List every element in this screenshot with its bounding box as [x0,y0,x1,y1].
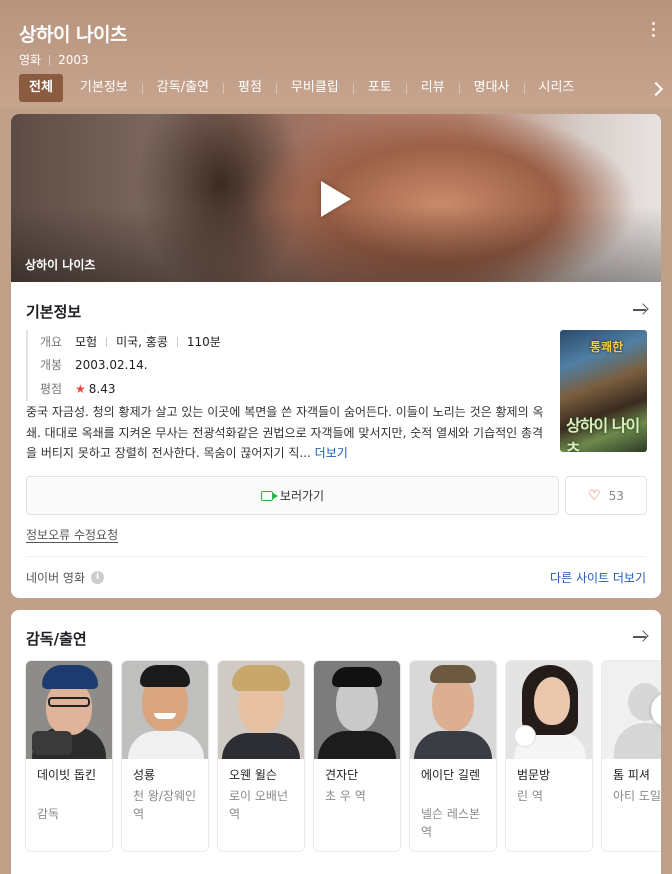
tab-rating[interactable]: 평점 [238,74,262,102]
other-sites-link[interactable]: 다른 사이트 더보기 [550,569,646,586]
like-button[interactable]: ♡ 53 [565,476,647,515]
cast-photo [218,661,304,759]
movie-subtitle: 영화 2003 [19,51,89,68]
cast-list: 데이빗 돕킨 감독 성룡 천 왕/장웨인 역 오웬 윌슨 로이 오배넌 역 견자… [25,660,661,855]
cast-role: 감독 [37,807,60,821]
tab-photo[interactable]: 포토 [368,74,392,102]
rating-row: 평점 ★ 8.43 [40,377,544,401]
rating-key: 평점 [40,381,63,396]
cast-role: 천 왕/장웨인 역 [133,789,197,821]
basic-info-heading[interactable]: 기본정보 [26,301,81,322]
tab-bar: 전체 기본정보 감독/출연 평점 무비클립 포토 리뷰 명대사 시리즈 [19,74,574,102]
cast-name: 데이빗 돕킨 [37,768,97,782]
country-value: 미국, 홍콩 [116,334,168,349]
summary-key: 개요 [40,334,63,349]
movie-header: 상하이 나이츠 영화 2003 전체 기본정보 감독/출연 평점 무비클립 포토 … [0,0,672,108]
like-count: 53 [608,488,624,503]
cast-name: 성룡 [133,768,156,782]
info-table: 개요 모험 미국, 홍콩 110분 개봉 2003.02.14. 평점 ★ 8.43 [26,330,544,401]
source-label: 네이버 영화 i [26,569,105,586]
cast-name: 톰 피셔 [613,768,650,782]
video-play-icon [260,490,278,501]
cast-photo [122,661,208,759]
tab-basic-info[interactable]: 기본정보 [80,74,128,102]
cast-name: 오웬 윌슨 [229,768,277,782]
tab-series[interactable]: 시리즈 [539,74,575,102]
arrow-right-icon[interactable] [633,631,647,643]
rating-value: 8.43 [88,381,116,396]
cast-name: 에이단 길렌 [421,768,481,782]
report-error-link[interactable]: 정보오류 수정요청 [26,526,118,543]
runtime-value: 110분 [186,334,221,349]
movie-title: 상하이 나이츠 [19,24,128,46]
poster-title: 상하이 나이츠 [566,416,640,452]
cast-role: 초 우 역 [325,789,366,803]
watch-button[interactable]: 보러가기 [26,476,559,515]
cast-name: 견자단 [325,768,359,782]
cast-card: 감독/출연 데이빗 돕킨 감독 성룡 천 왕/장웨인 역 오웬 윌슨 로이 오배… [11,610,661,874]
poster-tagline: 통쾌한 [590,340,624,354]
cast-item[interactable]: 성룡 천 왕/장웨인 역 [121,660,209,852]
more-options-icon[interactable] [650,22,656,40]
arrow-right-icon[interactable] [633,304,647,316]
cast-item[interactable]: 범문방 린 역 [505,660,593,852]
release-date: 2003.02.14. [75,358,148,373]
tab-all[interactable]: 전체 [19,74,63,102]
source-name: 네이버 영화 [26,571,86,585]
play-icon[interactable] [321,181,351,217]
release-key: 개봉 [40,358,63,373]
cast-heading[interactable]: 감독/출연 [26,628,87,649]
summary-row: 개요 모험 미국, 홍콩 110분 [40,330,544,354]
cast-role: 아티 도일 역 [613,789,661,803]
heart-icon: ♡ [588,487,601,504]
cast-item[interactable]: 오웬 윌슨 로이 오배넌 역 [217,660,305,852]
cast-photo [26,661,112,759]
cast-role: 린 역 [517,789,543,803]
tab-quotes[interactable]: 명대사 [474,74,510,102]
synopsis-text: 중국 자금성. 청의 황제가 살고 있는 이곳에 복면을 쓴 자객들이 숨어든다… [26,405,544,460]
synopsis: 중국 자금성. 청의 황제가 살고 있는 이곳에 복면을 쓴 자객들이 숨어든다… [26,402,546,464]
cast-item[interactable]: 데이빗 돕킨 감독 [25,660,113,852]
movie-category: 영화 [19,53,42,67]
movie-poster[interactable]: 통쾌한 상하이 나이츠 [560,330,647,452]
cast-photo [314,661,400,759]
watch-label: 보러가기 [279,489,325,503]
cast-photo [506,661,592,759]
video-thumbnail[interactable]: 상하이 나이츠 [11,114,661,282]
cast-item[interactable]: 톰 피셔 아티 도일 역 [601,660,661,852]
cast-item[interactable]: 견자단 초 우 역 [313,660,401,852]
synopsis-more-link[interactable]: 더보기 [315,446,348,460]
tab-next-chevron-icon[interactable] [649,80,663,98]
movie-year: 2003 [58,53,89,67]
tab-movie-clip[interactable]: 무비클립 [291,74,339,102]
video-label: 상하이 나이츠 [25,258,96,272]
cast-item[interactable]: 에이단 길렌 넬슨 레스본 역 [409,660,497,852]
cast-role: 로이 오배넌 역 [229,789,289,821]
cast-name: 범문방 [517,768,551,782]
tab-review[interactable]: 리뷰 [421,74,445,102]
main-info-card: 상하이 나이츠 기본정보 개요 모험 미국, 홍콩 110분 개봉 2003.02.… [11,114,661,598]
cast-role: 넬슨 레스본 역 [421,807,481,839]
genre-value: 모험 [75,334,98,349]
tab-director-cast[interactable]: 감독/출연 [157,74,209,102]
star-icon: ★ [75,381,86,396]
info-icon[interactable]: i [91,571,105,584]
cast-photo [410,661,496,759]
release-row: 개봉 2003.02.14. [40,354,544,378]
